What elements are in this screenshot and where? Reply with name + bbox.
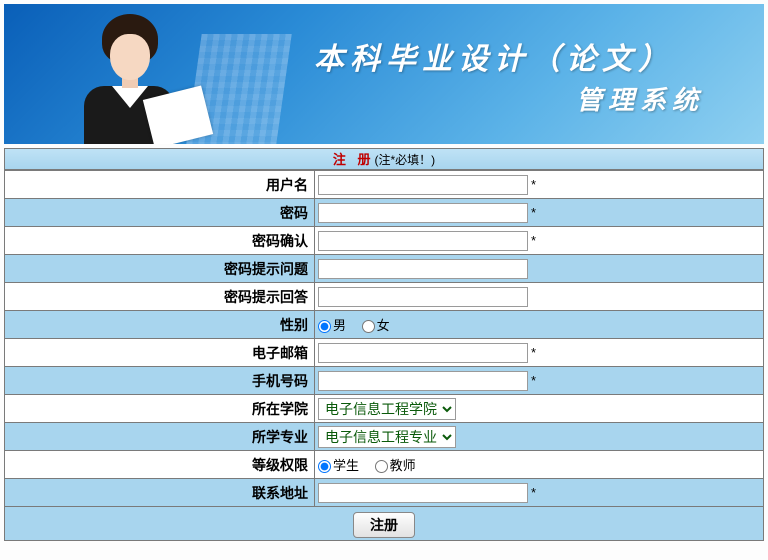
address-input[interactable] xyxy=(318,483,528,503)
label-address: 联系地址 xyxy=(5,479,315,507)
label-college: 所在学院 xyxy=(5,395,315,423)
label-hint-answer: 密码提示回答 xyxy=(5,283,315,311)
banner: 本科毕业设计（论文） 管理系统 xyxy=(4,4,764,144)
banner-title-2: 管理系统 xyxy=(576,80,704,117)
label-password-confirm: 密码确认 xyxy=(5,227,315,255)
role-student-option[interactable]: 学生 xyxy=(318,458,359,473)
gender-male-option[interactable]: 男 xyxy=(318,318,346,333)
role-student-radio[interactable] xyxy=(318,460,331,473)
label-gender: 性别 xyxy=(5,311,315,339)
required-mark: * xyxy=(531,233,536,248)
form-header: 注 册(注*必填！) xyxy=(4,148,764,170)
gender-female-radio[interactable] xyxy=(362,320,375,333)
label-major: 所学专业 xyxy=(5,423,315,451)
banner-title-1: 本科毕业设计（论文） xyxy=(314,34,674,78)
college-select[interactable]: 电子信息工程学院 xyxy=(318,398,456,420)
required-mark: * xyxy=(531,345,536,360)
hint-question-input[interactable] xyxy=(318,259,528,279)
label-password: 密码 xyxy=(5,199,315,227)
required-mark: * xyxy=(531,485,536,500)
register-hint: (注*必填！) xyxy=(374,153,435,167)
required-mark: * xyxy=(531,177,536,192)
mobile-input[interactable] xyxy=(318,371,528,391)
submit-row: 注册 xyxy=(4,507,764,541)
register-title: 注 册 xyxy=(333,152,375,167)
register-button[interactable]: 注册 xyxy=(353,512,415,538)
banner-decor-person xyxy=(54,4,194,144)
role-teacher-radio[interactable] xyxy=(375,460,388,473)
label-role: 等级权限 xyxy=(5,451,315,479)
password-confirm-input[interactable] xyxy=(318,231,528,251)
label-hint-question: 密码提示问题 xyxy=(5,255,315,283)
label-username: 用户名 xyxy=(5,171,315,199)
required-mark: * xyxy=(531,373,536,388)
password-input[interactable] xyxy=(318,203,528,223)
gender-female-option[interactable]: 女 xyxy=(362,318,390,333)
label-mobile: 手机号码 xyxy=(5,367,315,395)
role-teacher-option[interactable]: 教师 xyxy=(375,458,416,473)
register-form: 用户名 * 密码 * 密码确认 * 密码提示问题 密码提示回答 性别 男 女 xyxy=(4,170,764,507)
gender-male-radio[interactable] xyxy=(318,320,331,333)
label-email: 电子邮箱 xyxy=(5,339,315,367)
hint-answer-input[interactable] xyxy=(318,287,528,307)
email-input[interactable] xyxy=(318,343,528,363)
major-select[interactable]: 电子信息工程专业 xyxy=(318,426,456,448)
required-mark: * xyxy=(531,205,536,220)
username-input[interactable] xyxy=(318,175,528,195)
